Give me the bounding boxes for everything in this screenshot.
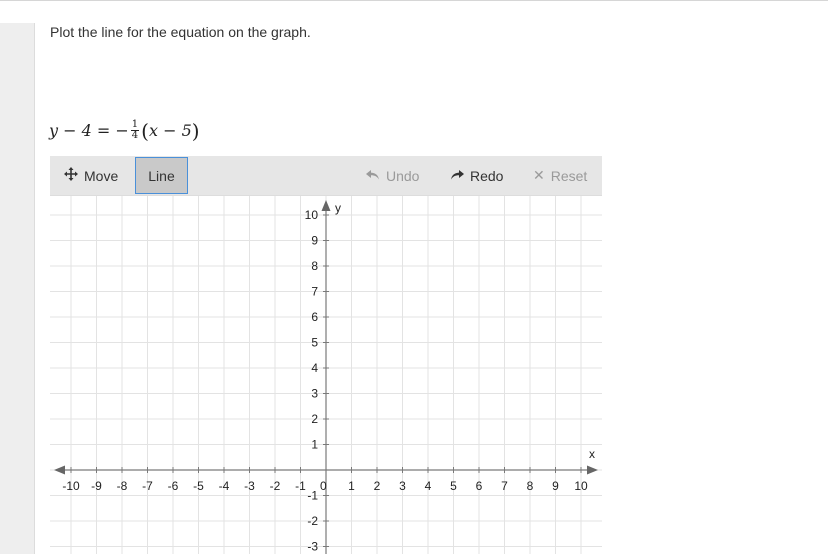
y-tick-label: -1 (307, 489, 318, 503)
y-tick-label: 3 (311, 387, 318, 401)
equation-paren-close: ) (191, 118, 200, 143)
x-tick-label: -9 (91, 479, 102, 493)
x-tick-label: 3 (399, 479, 406, 493)
x-tick-label: 9 (552, 479, 559, 493)
y-tick-label: 7 (311, 285, 318, 299)
y-tick-label: 8 (311, 259, 318, 273)
x-tick-label: 1 (348, 479, 355, 493)
x-axis-right-arrow-icon (587, 465, 598, 475)
question-prompt: Plot the line for the equation on the gr… (50, 24, 311, 40)
undo-label: Undo (386, 167, 420, 184)
x-tick-label: 5 (450, 479, 457, 493)
graph-canvas[interactable]: -10 -9 -8 -7 -6 -5 -4 -3 -2 -1 1 2 3 4 5 6 7 8 9 1010987654… (50, 196, 602, 554)
equation-inner: x − 5 (148, 121, 192, 140)
y-tick-label: 5 (311, 336, 318, 350)
redo-label: Redo (470, 167, 504, 184)
x-tick-label: -8 (117, 479, 128, 493)
equation-paren-open: ( (141, 118, 149, 143)
move-tool-button[interactable]: Move (64, 156, 118, 195)
x-tick-label: 10 (574, 479, 588, 493)
x-tick-label: -2 (270, 479, 281, 493)
y-tick-label: 9 (311, 234, 318, 248)
x-tick-label: -7 (142, 479, 153, 493)
x-tick-label: -3 (244, 479, 255, 493)
top-divider (0, 0, 828, 1)
x-tick-label: 6 (476, 479, 483, 493)
line-tool-label: Line (148, 167, 175, 184)
coordinate-graph[interactable]: -10 -9 -8 -7 -6 -5 -4 -3 -2 -1 1 2 3 4 5 6 7 8 9 10 10 9 8 7 6 5 4… (50, 196, 602, 554)
reset-button[interactable]: ✕ Reset (533, 156, 587, 195)
y-tick-label: 6 (311, 310, 318, 324)
x-tick-label: -4 (219, 479, 230, 493)
y-tick-label: 10 (305, 208, 319, 222)
y-tick-label: 4 (311, 361, 318, 375)
equation-fraction: 1 4 (130, 120, 140, 141)
equation-lhs: y − 4 = − (49, 121, 129, 140)
y-tick-label: 2 (311, 412, 318, 426)
redo-button[interactable]: Redo (450, 156, 503, 195)
x-tick-label: 4 (425, 479, 432, 493)
x-tick-label: -1 (295, 479, 306, 493)
y-tick-label: -2 (307, 514, 318, 528)
x-tick-label: -5 (193, 479, 204, 493)
fraction-denominator: 4 (131, 130, 139, 141)
left-sidebar-rail (0, 23, 35, 554)
y-axis-up-arrow-icon (321, 200, 331, 211)
y-axis-label: y (335, 201, 341, 215)
undo-arrow-icon (366, 168, 380, 184)
redo-arrow-icon (450, 168, 464, 184)
x-tick-label: 8 (527, 479, 534, 493)
x-tick-label: 7 (501, 479, 508, 493)
y-tick-label: 1 (311, 438, 318, 452)
x-tick-label: 2 (374, 479, 381, 493)
x-axis-left-arrow-icon (54, 465, 65, 475)
x-axis-label: x (589, 447, 595, 461)
line-tool-button[interactable]: Line (135, 157, 188, 194)
equation: y − 4 = − 1 4 ( x − 5 ) (49, 120, 200, 141)
move-arrows-icon (64, 167, 78, 184)
y-tick-label: -3 (307, 540, 318, 554)
move-tool-label: Move (84, 167, 119, 184)
graph-toolbar: Move Line Undo Redo ✕ Reset (50, 156, 602, 196)
x-tick-label: -10 (62, 479, 80, 493)
x-tick-label: -6 (168, 479, 179, 493)
origin-label: 0 (320, 479, 327, 493)
reset-label: Reset (550, 167, 588, 184)
close-x-icon: ✕ (533, 167, 545, 183)
undo-button[interactable]: Undo (366, 156, 419, 195)
